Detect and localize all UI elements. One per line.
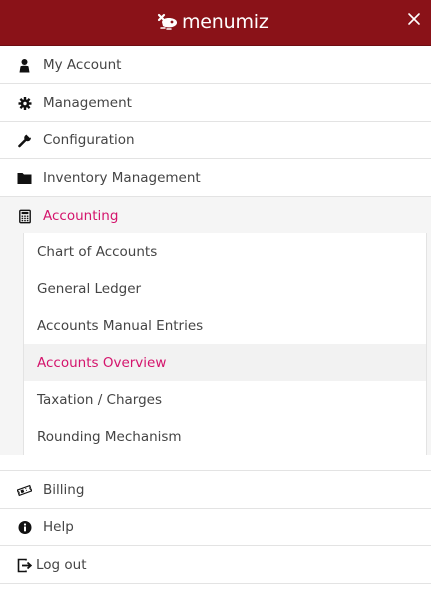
divider <box>0 583 431 584</box>
user-icon <box>17 58 32 73</box>
submenu-item-label: Accounts Overview <box>37 354 167 371</box>
gear-icon <box>17 96 32 111</box>
menu-item-help[interactable]: Help <box>0 508 431 546</box>
menu-item-label: Log out <box>36 557 87 573</box>
submenu-item-label: Accounts Manual Entries <box>37 317 204 334</box>
ticket-icon <box>17 483 32 498</box>
close-button[interactable] <box>406 11 422 27</box>
menu-item-label: Billing <box>43 482 85 498</box>
submenu-item-label: Rounding Mechanism <box>37 428 182 445</box>
folder-icon <box>17 171 32 186</box>
submenu-item-chart-of-accounts[interactable]: Chart of Accounts <box>24 233 426 270</box>
wrench-icon <box>17 133 32 148</box>
submenu-item-rounding-mechanism[interactable]: Rounding Mechanism <box>24 418 426 455</box>
brand-name: menumiz <box>182 11 269 33</box>
app-header: menumiz <box>0 0 431 46</box>
info-icon <box>17 520 32 535</box>
brand-logo: menumiz <box>157 11 269 33</box>
menu-item-label: Management <box>43 95 132 111</box>
menu-item-label: My Account <box>43 57 122 73</box>
submenu-list: Chart of Accounts General Ledger Account… <box>23 233 427 455</box>
submenu-item-label: General Ledger <box>37 280 142 297</box>
menu-item-my-account[interactable]: My Account <box>0 46 431 84</box>
menu-item-configuration[interactable]: Configuration <box>0 121 431 159</box>
submenu-item-general-ledger[interactable]: General Ledger <box>24 270 426 307</box>
calculator-icon <box>17 209 32 224</box>
menu-item-accounting[interactable]: Accounting <box>0 197 431 235</box>
menu-item-label: Help <box>43 519 74 535</box>
submenu-item-accounts-overview[interactable]: Accounts Overview <box>24 344 426 381</box>
accounting-submenu: Chart of Accounts General Ledger Account… <box>0 233 431 455</box>
submenu-item-taxation-charges[interactable]: Taxation / Charges <box>24 381 426 418</box>
menumiz-mark-icon <box>157 13 178 30</box>
submenu-item-label: Chart of Accounts <box>37 243 158 260</box>
submenu-item-label: Taxation / Charges <box>37 391 163 408</box>
menu-item-billing[interactable]: Billing <box>0 471 431 509</box>
close-icon <box>408 13 420 25</box>
menu-item-log-out[interactable]: Log out <box>0 546 431 584</box>
menu-item-management[interactable]: Management <box>0 84 431 122</box>
menu-item-label: Inventory Management <box>43 170 201 186</box>
menu-item-label: Configuration <box>43 132 135 148</box>
menu-item-inventory-management[interactable]: Inventory Management <box>0 159 431 197</box>
menu-item-label: Accounting <box>43 208 119 224</box>
logout-icon <box>17 558 32 573</box>
submenu-item-accounts-manual-entries[interactable]: Accounts Manual Entries <box>24 307 426 344</box>
